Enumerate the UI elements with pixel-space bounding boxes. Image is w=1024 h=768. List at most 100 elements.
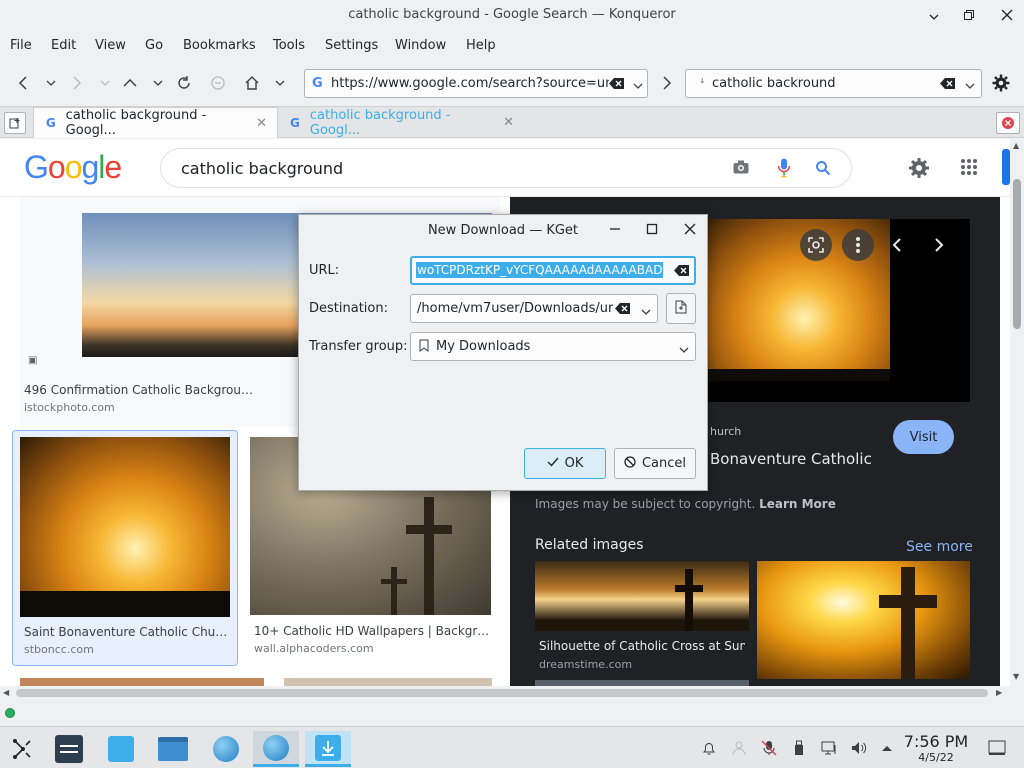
destination-chevron-down-icon[interactable] xyxy=(641,305,651,320)
camera-icon[interactable] xyxy=(733,160,749,178)
lens-icon[interactable] xyxy=(800,229,832,261)
horizontal-scroll-thumb[interactable] xyxy=(16,689,988,697)
cancel-button[interactable]: Cancel xyxy=(614,448,696,479)
search-engine-icon[interactable]: ꜜ xyxy=(700,76,704,90)
google-logo[interactable]: Google xyxy=(24,149,122,186)
learn-more-link[interactable]: Learn More xyxy=(759,497,836,511)
forward-icon[interactable] xyxy=(66,72,88,94)
scroll-left-icon[interactable]: ◀ xyxy=(3,688,9,697)
search-engine-chevron-down-icon[interactable] xyxy=(965,79,975,94)
dialog-close-icon[interactable] xyxy=(684,223,696,239)
previous-icon[interactable] xyxy=(886,233,910,261)
menu-tools[interactable]: Tools xyxy=(273,38,305,53)
url-input[interactable]: https://www.google.com/search?source=uni… xyxy=(331,76,609,91)
user-switch-icon[interactable] xyxy=(730,739,748,757)
dialog-maximize-icon[interactable] xyxy=(646,223,658,239)
clear-url-field-icon[interactable] xyxy=(674,264,690,281)
reload-icon[interactable] xyxy=(173,72,195,94)
browse-folder-button[interactable] xyxy=(666,293,696,324)
menu-file[interactable]: File xyxy=(10,38,32,53)
clear-search-icon[interactable] xyxy=(940,77,956,94)
more-options-icon[interactable] xyxy=(842,229,874,261)
network-icon[interactable] xyxy=(820,739,838,757)
dolphin-file-manager-icon[interactable] xyxy=(150,731,196,767)
show-hidden-icons-icon[interactable] xyxy=(878,739,896,757)
menu-settings[interactable]: Settings xyxy=(325,38,378,53)
discover-store-icon[interactable] xyxy=(98,731,144,767)
transfer-group-select[interactable]: My Downloads xyxy=(410,332,696,361)
url-bar[interactable]: G https://www.google.com/search?source=u… xyxy=(304,69,648,98)
see-more-link[interactable]: See more xyxy=(906,539,973,555)
application-launcher-icon[interactable] xyxy=(0,731,46,767)
tab-1[interactable]: G catholic background - Googl... ✕ xyxy=(33,107,278,138)
ok-button[interactable]: OK xyxy=(524,448,606,479)
next-icon[interactable] xyxy=(926,233,950,261)
home-chevron-down-icon[interactable] xyxy=(269,72,291,94)
related-image-1-caption[interactable]: Silhouette of Catholic Cross at Sun... xyxy=(539,639,745,653)
url-history-chevron-down-icon[interactable] xyxy=(633,79,643,94)
up-history-chevron-down-icon[interactable] xyxy=(147,72,169,94)
preview-title[interactable]: Bonaventure Catholic xyxy=(710,450,872,468)
gear-icon[interactable] xyxy=(990,72,1012,94)
transfer-group-chevron-down-icon[interactable] xyxy=(679,343,689,358)
back-history-chevron-down-icon[interactable] xyxy=(40,72,62,94)
result-3-caption[interactable]: 10+ Catholic HD Wallpapers | Background.… xyxy=(254,624,490,638)
back-icon[interactable] xyxy=(12,72,34,94)
home-icon[interactable] xyxy=(241,72,263,94)
google-search-input[interactable]: catholic background xyxy=(181,159,343,178)
microphone-icon[interactable] xyxy=(777,158,791,182)
google-search-box[interactable]: catholic background xyxy=(160,148,852,188)
menu-help[interactable]: Help xyxy=(466,38,496,53)
horizontal-scrollbar[interactable]: ◀ ▶ xyxy=(0,686,1010,700)
result-2-thumbnail[interactable] xyxy=(20,437,230,617)
search-icon[interactable] xyxy=(815,160,831,180)
kget-task-active[interactable] xyxy=(305,731,351,767)
settings-gear-icon[interactable] xyxy=(908,157,930,183)
tab-2-close-icon[interactable]: ✕ xyxy=(503,115,514,130)
system-settings-icon[interactable] xyxy=(46,731,92,767)
menu-bookmarks[interactable]: Bookmarks xyxy=(183,38,256,53)
clear-url-icon[interactable] xyxy=(609,77,625,94)
scroll-down-icon[interactable]: ▼ xyxy=(1013,672,1019,681)
new-tab-icon[interactable] xyxy=(4,112,26,134)
url-field[interactable]: woTCPDRztKP_vYCFQAAAAAdAAAAABAD xyxy=(410,256,696,285)
security-status-icon[interactable] xyxy=(5,708,15,718)
usb-device-icon[interactable] xyxy=(790,739,808,757)
volume-icon[interactable] xyxy=(850,739,868,757)
web-search-input[interactable]: catholic backround xyxy=(712,76,836,91)
result-1-caption[interactable]: 496 Confirmation Catholic Background ... xyxy=(24,383,254,397)
related-image-2[interactable] xyxy=(757,561,970,679)
up-icon[interactable] xyxy=(119,72,141,94)
destination-input[interactable]: /home/vm7user/Downloads/url xyxy=(417,301,613,316)
visit-button[interactable]: Visit xyxy=(893,420,954,454)
scroll-right-icon[interactable]: ▶ xyxy=(996,688,1002,697)
vertical-scroll-thumb[interactable] xyxy=(1013,179,1021,329)
apps-grid-icon[interactable] xyxy=(960,158,978,180)
result-2-caption[interactable]: Saint Bonaventure Catholic Church xyxy=(24,625,229,639)
show-desktop-icon[interactable] xyxy=(988,739,1006,757)
alarm-icon[interactable] xyxy=(700,739,718,757)
menu-view[interactable]: View xyxy=(95,38,126,53)
clock[interactable]: 7:56 PM 4/5/22 xyxy=(896,732,976,764)
stop-icon[interactable] xyxy=(207,72,229,94)
account-indicator[interactable] xyxy=(1002,149,1010,185)
maximize-icon[interactable] xyxy=(960,6,978,24)
go-arrow-icon[interactable] xyxy=(656,72,678,94)
web-search-bar[interactable]: ꜜ catholic backround xyxy=(685,69,982,98)
image-result-2[interactable]: Saint Bonaventure Catholic Church stbonc… xyxy=(12,430,238,666)
minimize-icon[interactable] xyxy=(925,6,943,24)
tab-2[interactable]: G catholic background - Googl... ✕ xyxy=(278,107,524,138)
menu-window[interactable]: Window xyxy=(395,38,446,53)
muted-microphone-icon[interactable] xyxy=(760,739,778,757)
vertical-scrollbar[interactable]: ▲ ▼ xyxy=(1010,139,1024,686)
menu-edit[interactable]: Edit xyxy=(51,38,76,53)
konqueror-browser-icon[interactable] xyxy=(203,731,249,767)
clear-destination-icon[interactable] xyxy=(615,302,631,319)
dialog-minimize-icon[interactable] xyxy=(609,223,621,239)
close-tab-icon[interactable] xyxy=(996,112,1020,134)
scroll-up-icon[interactable]: ▲ xyxy=(1013,141,1019,150)
close-icon[interactable] xyxy=(998,6,1016,24)
menu-go[interactable]: Go xyxy=(145,38,163,53)
destination-field[interactable]: /home/vm7user/Downloads/url xyxy=(410,294,658,323)
tab-1-close-icon[interactable]: ✕ xyxy=(256,116,267,131)
